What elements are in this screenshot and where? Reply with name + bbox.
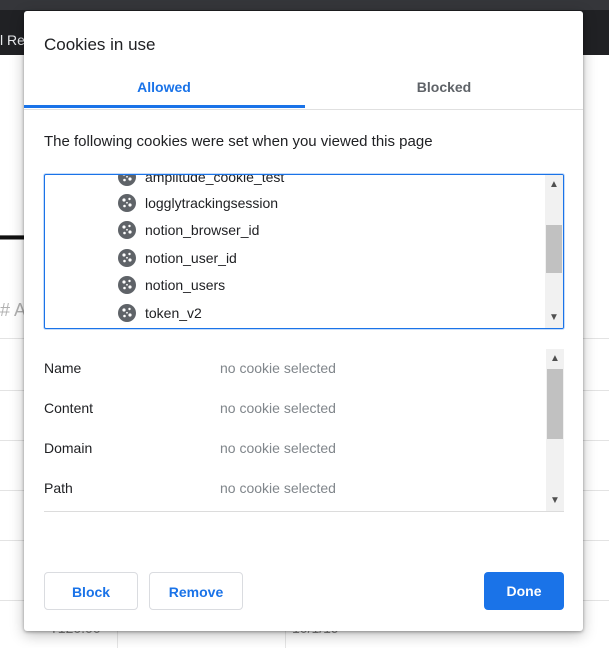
detail-value: no cookie selected bbox=[220, 480, 336, 496]
cookie-icon bbox=[118, 175, 136, 186]
block-button[interactable]: Block bbox=[44, 572, 138, 610]
cookie-name: notion_user_id bbox=[145, 250, 237, 266]
cookie-icon bbox=[118, 221, 136, 239]
detail-label: Domain bbox=[44, 440, 93, 456]
dialog-tabs: Allowed Blocked bbox=[24, 75, 583, 110]
remove-button[interactable]: Remove bbox=[149, 572, 243, 610]
chevron-up-icon[interactable]: ▲ bbox=[546, 351, 564, 367]
detail-row-content: Content no cookie selected bbox=[44, 400, 544, 420]
detail-label: Path bbox=[44, 480, 73, 496]
cookies-dialog: Cookies in use Allowed Blocked The follo… bbox=[24, 11, 583, 631]
cookie-name: notion_users bbox=[145, 277, 226, 293]
detail-label: Name bbox=[44, 360, 82, 376]
detail-value: no cookie selected bbox=[220, 400, 336, 416]
details-scrollbar[interactable]: ▲ ▼ bbox=[546, 349, 564, 511]
list-item[interactable]: amplitude_cookie_test bbox=[117, 174, 285, 190]
browser-top-bar bbox=[0, 0, 609, 10]
cookie-list[interactable]: amplitude_cookie_test logglytrackingsess… bbox=[44, 174, 564, 329]
list-item[interactable]: notion_user_id bbox=[117, 245, 237, 271]
detail-row-path: Path no cookie selected bbox=[44, 480, 544, 500]
cookie-icon bbox=[118, 194, 136, 212]
cookie-name: amplitude_cookie_test bbox=[145, 174, 285, 185]
list-item[interactable]: token_v2 bbox=[117, 300, 202, 326]
dialog-description: The following cookies were set when you … bbox=[44, 133, 433, 150]
cookie-icon bbox=[118, 276, 136, 294]
cookie-name: notion_browser_id bbox=[145, 222, 260, 238]
cookie-icon bbox=[118, 304, 136, 322]
detail-row-name: Name no cookie selected bbox=[44, 360, 544, 380]
detail-label: Content bbox=[44, 400, 94, 416]
cookie-name: logglytrackingsession bbox=[145, 195, 279, 211]
cookie-details: Name no cookie selected Content no cooki… bbox=[44, 349, 564, 512]
done-button[interactable]: Done bbox=[484, 572, 564, 610]
active-tab-indicator bbox=[24, 105, 305, 108]
cookie-name: token_v2 bbox=[145, 305, 202, 321]
tab-blocked[interactable]: Blocked bbox=[304, 75, 584, 109]
chevron-up-icon[interactable]: ▲ bbox=[545, 177, 563, 193]
tab-allowed[interactable]: Allowed bbox=[24, 75, 304, 109]
list-item[interactable]: logglytrackingsession bbox=[117, 190, 278, 216]
list-item[interactable]: notion_browser_id bbox=[117, 217, 259, 243]
scrollbar-thumb[interactable] bbox=[546, 225, 562, 273]
list-item[interactable]: notion_users bbox=[117, 272, 225, 298]
scrollbar-thumb[interactable] bbox=[547, 369, 563, 439]
cookie-icon bbox=[118, 249, 136, 267]
chevron-down-icon[interactable]: ▼ bbox=[546, 493, 564, 509]
cookie-list-scrollbar[interactable]: ▲ ▼ bbox=[545, 175, 563, 328]
detail-value: no cookie selected bbox=[220, 360, 336, 376]
detail-value: no cookie selected bbox=[220, 440, 336, 456]
dialog-title: Cookies in use bbox=[44, 35, 156, 54]
chevron-down-icon[interactable]: ▼ bbox=[545, 310, 563, 326]
column-header-fragment: # A bbox=[0, 300, 27, 320]
browser-tab-title[interactable]: l Re bbox=[0, 32, 25, 48]
detail-row-domain: Domain no cookie selected bbox=[44, 440, 544, 460]
